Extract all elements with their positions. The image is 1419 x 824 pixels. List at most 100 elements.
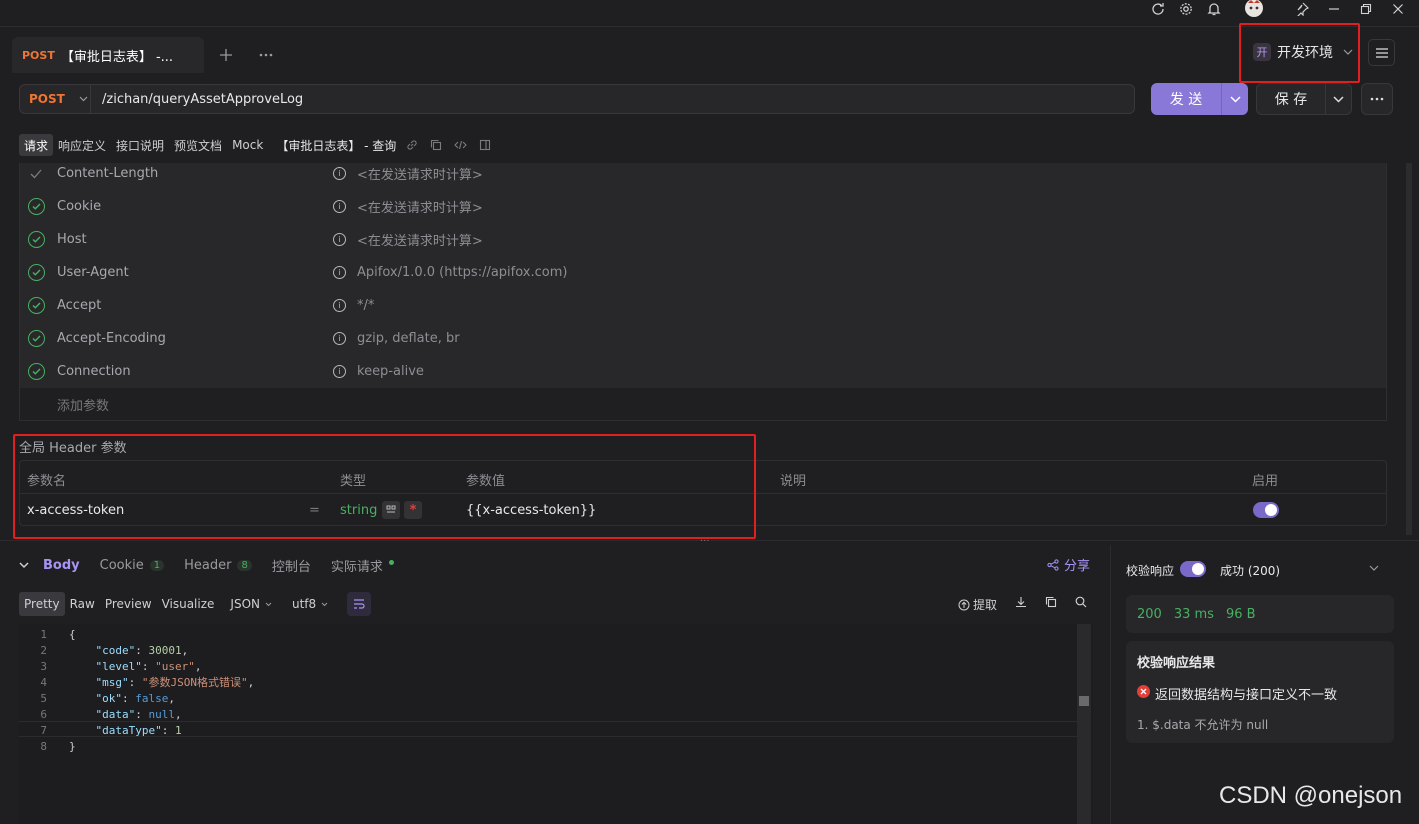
response-code-editor[interactable]: 1{2 "code": 30001, 3 "level": "user", 4 "m… — [19, 624, 1093, 824]
check-circle-icon[interactable] — [28, 297, 45, 314]
error-detail: 1. $.data 不允许为 null — [1137, 718, 1269, 732]
share-button[interactable]: 分享 — [1047, 555, 1090, 574]
subtab-response-def[interactable]: 响应定义 — [53, 134, 111, 156]
code-token: : — [161, 723, 175, 737]
check-circle-icon[interactable] — [28, 198, 45, 215]
tab-body[interactable]: Body — [43, 558, 80, 573]
collapse-icon[interactable] — [19, 561, 29, 569]
status-select[interactable]: 成功 (200) — [1220, 562, 1280, 579]
minimize-icon[interactable] — [1324, 0, 1344, 18]
line-content: "code": 30001, — [69, 643, 189, 657]
format-raw[interactable]: Raw — [65, 592, 100, 616]
method-select[interactable]: POST — [19, 84, 91, 114]
line-number: 6 — [40, 707, 47, 721]
global-param-value[interactable]: {{x-access-token}} — [466, 503, 596, 518]
code-token: : — [128, 676, 142, 689]
wrap-icon[interactable] — [347, 592, 372, 616]
validate-toggle[interactable] — [1180, 561, 1207, 580]
bell-icon[interactable] — [1204, 0, 1224, 18]
scrollbar[interactable] — [1406, 163, 1412, 535]
extract-button[interactable]: 提取 — [958, 596, 997, 613]
tab-method: POST — [22, 48, 55, 62]
code-token: : — [135, 643, 149, 657]
panel-icon[interactable] — [479, 139, 491, 151]
header-name: Cookie — [57, 199, 102, 214]
check-icon[interactable] — [30, 169, 42, 179]
tab-actual-request[interactable]: 实际请求 — [331, 556, 394, 575]
check-circle-icon[interactable] — [28, 363, 45, 380]
sync-icon[interactable] — [1148, 0, 1168, 18]
line-number: 1 — [40, 627, 47, 641]
line-content: } — [69, 740, 76, 753]
tab-header[interactable]: Header 8 — [184, 558, 252, 573]
format-preview[interactable]: Preview — [100, 592, 157, 616]
subtab-request[interactable]: 请求 — [19, 134, 54, 156]
check-circle-icon[interactable] — [28, 231, 45, 248]
tab-cookie-label: Cookie — [99, 557, 144, 573]
line-content: "data": null, — [69, 708, 182, 721]
copy-icon[interactable] — [430, 139, 442, 151]
search-icon[interactable] — [1075, 596, 1087, 608]
code-token: 1 — [174, 723, 182, 737]
close-icon[interactable] — [1388, 0, 1408, 18]
global-param-type[interactable]: string — [340, 503, 377, 518]
enabled-toggle[interactable] — [1253, 502, 1279, 522]
gear-icon[interactable] — [1176, 0, 1196, 18]
check-circle-icon[interactable] — [28, 264, 45, 281]
global-header-title: 全局 Header 参数 — [19, 441, 127, 456]
extract-icon — [958, 599, 970, 610]
line-number: 8 — [40, 739, 47, 753]
send-button[interactable]: 发 送 — [1151, 83, 1248, 115]
url-input[interactable]: /zichan/queryAssetApproveLog — [91, 84, 1135, 114]
table-row: Connection i keep-alive — [20, 355, 1386, 388]
restore-icon[interactable] — [1356, 0, 1376, 18]
info-icon: i — [333, 233, 346, 246]
global-param-name[interactable]: x-access-token — [27, 503, 124, 518]
send-dropdown-icon[interactable] — [1222, 95, 1248, 103]
send-label: 发 送 — [1169, 92, 1203, 108]
format-pretty[interactable]: Pretty — [19, 592, 65, 616]
subtab-preview[interactable]: 预览文档 — [169, 134, 227, 156]
pin-icon[interactable] — [1292, 0, 1312, 18]
add-tab-icon[interactable] — [216, 45, 236, 65]
required-mark[interactable]: * — [404, 501, 422, 519]
more-tabs-icon[interactable] — [256, 45, 276, 65]
code-scrollbar[interactable] — [1077, 624, 1091, 824]
format-icon[interactable] — [382, 501, 400, 519]
request-tab[interactable]: POST 【审批日志表】 -... — [12, 37, 204, 73]
header-value: */* — [357, 298, 375, 313]
tab-cookie[interactable]: Cookie 1 — [100, 558, 165, 573]
download-icon[interactable] — [1015, 596, 1027, 608]
header-value: keep-alive — [357, 364, 424, 379]
encoding-label: utf8 — [291, 597, 317, 611]
response-stats: 200 33 ms 96 B — [1126, 595, 1394, 633]
save-dropdown-icon[interactable] — [1326, 95, 1351, 103]
link-icon[interactable] — [406, 139, 418, 151]
environment-selector[interactable]: 开 开发环境 — [1245, 37, 1359, 67]
add-param-row[interactable]: 添加参数 — [20, 388, 1386, 421]
header-value: <在发送请求时计算> — [357, 201, 483, 216]
menu-icon[interactable] — [1368, 39, 1395, 66]
code-line: 2 "code": 30001, — [19, 642, 1093, 658]
subtab-mock[interactable]: Mock — [227, 134, 268, 156]
code-icon[interactable] — [454, 139, 468, 151]
more-options-icon[interactable] — [1361, 83, 1393, 115]
table-row: Accept-Encoding i gzip, deflate, br — [20, 322, 1386, 355]
code-line: 3 "level": "user", — [19, 658, 1093, 674]
drag-handle-icon[interactable]: ··· — [700, 536, 710, 547]
chevron-down-icon[interactable] — [1369, 565, 1379, 571]
copy-response-icon[interactable] — [1045, 596, 1057, 608]
format-visualize[interactable]: Visualize — [157, 592, 220, 616]
save-button[interactable]: 保 存 — [1256, 83, 1352, 115]
lang-select[interactable]: JSON — [225, 592, 277, 616]
avatar[interactable] — [1242, 0, 1266, 18]
tab-console[interactable]: 控制台 — [272, 556, 311, 575]
code-token: , — [247, 676, 255, 689]
validate-toggle-label: 校验响应 — [1126, 564, 1175, 578]
encoding-select[interactable]: utf8 — [287, 592, 333, 616]
check-circle-icon[interactable] — [28, 330, 45, 347]
subtab-api-doc[interactable]: 接口说明 — [111, 134, 169, 156]
